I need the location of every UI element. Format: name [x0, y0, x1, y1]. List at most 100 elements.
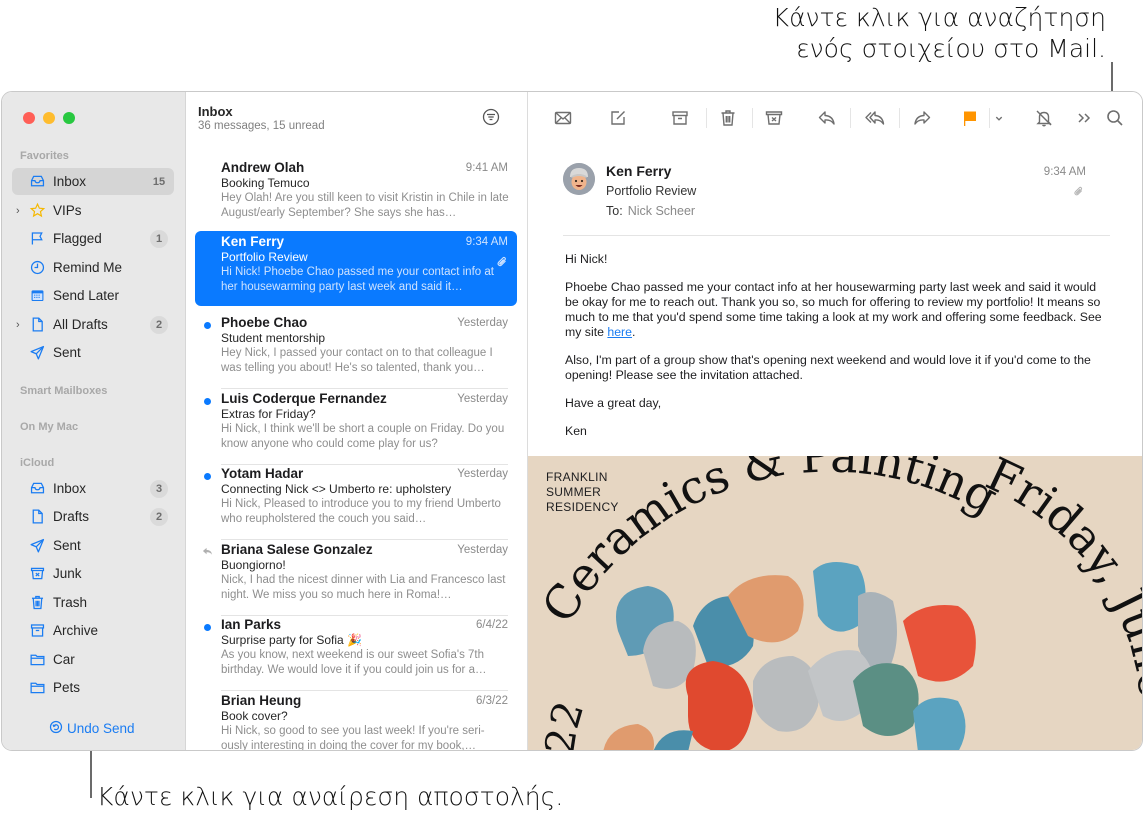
search-callout: Κάντε κλικ για αναζήτηση ενός στοιχείου …	[773, 2, 1106, 64]
sidebar-item-remind-me[interactable]: Remind Me	[12, 254, 174, 281]
message-preview: Hi Nick, so good to see you last week! I…	[221, 725, 485, 751]
sidebar-item-icloud-inbox[interactable]: Inbox 3	[12, 475, 174, 502]
count-badge: 3	[150, 479, 168, 498]
search-button[interactable]	[1104, 107, 1126, 129]
message-preview: Hi Nick! Phoebe Chao passed me your cont…	[221, 266, 494, 293]
message-sender: Brian Heung	[221, 693, 302, 708]
message-row[interactable]: Briana Salese Gonzalez Yesterday Buongio…	[195, 539, 517, 616]
trash-icon	[29, 594, 46, 611]
mute-button[interactable]	[1033, 107, 1055, 129]
message-row[interactable]: Phoebe Chao Yesterday Student mentorship…	[195, 312, 517, 389]
disclosure-chevron-icon[interactable]: ›	[16, 319, 20, 331]
disclosure-chevron-icon[interactable]: ›	[16, 205, 20, 217]
sidebar-item-inbox[interactable]: Inbox 15	[12, 168, 174, 195]
junk-icon	[765, 111, 783, 125]
sidebar-item-icloud-trash[interactable]: Trash	[12, 589, 174, 616]
body-paragraph: Also, I'm part of a group show that's op…	[565, 353, 1091, 382]
message-row[interactable]: Andrew Olah 9:41 AM Booking Temuco Hey O…	[195, 157, 517, 232]
attachment-icon	[1073, 184, 1084, 196]
message-time: 9:34 AM	[465, 236, 508, 248]
close-button[interactable]	[23, 112, 35, 124]
sidebar-item-vips[interactable]: › VIPs	[12, 197, 174, 224]
reply-all-button[interactable]	[864, 107, 886, 129]
undo-callout-leader	[90, 745, 92, 798]
message-row[interactable]: Yotam Hadar Yesterday Connecting Nick <>…	[195, 463, 517, 540]
sidebar-item-label: Inbox	[53, 481, 87, 496]
delete-button[interactable]	[717, 107, 739, 129]
message-subject: Book cover?	[221, 709, 288, 723]
body-closing: Have a great day,	[565, 396, 662, 410]
get-mail-button[interactable]	[552, 107, 574, 129]
sidebar-item-sent[interactable]: Sent	[12, 339, 174, 366]
invitation-attachment[interactable]: FRANKLIN SUMMER RESIDENCY Ceramics & P i…	[528, 456, 1142, 750]
message-time: 6/3/22	[476, 695, 508, 707]
sidebar-item-icloud-drafts[interactable]: Drafts 2	[12, 503, 174, 530]
header-divider	[563, 235, 1110, 236]
message-subject: Portfolio Review	[221, 250, 308, 264]
sidebar-item-icloud-junk[interactable]: Junk	[12, 560, 174, 587]
sidebar-item-icloud-car[interactable]: Car	[12, 646, 174, 673]
site-link[interactable]: here	[607, 325, 632, 339]
undo-send-button[interactable]: Undo Send	[49, 720, 135, 737]
clock-icon	[29, 259, 46, 276]
body-greeting: Hi Nick!	[565, 252, 608, 266]
zoom-button[interactable]	[63, 112, 75, 124]
archive-icon	[29, 622, 46, 639]
flag-button[interactable]	[959, 107, 981, 129]
message-subject: Booking Temuco	[221, 176, 310, 190]
message-time: Yesterday	[457, 317, 508, 329]
filter-button[interactable]	[482, 108, 500, 126]
message-row-selected[interactable]: Ken Ferry 9:34 AM Portfolio Review Hi Ni…	[195, 231, 517, 306]
sender-avatar	[563, 163, 595, 195]
section-smart-mailboxes[interactable]: Smart Mailboxes	[20, 385, 107, 397]
sidebar-item-send-later[interactable]: Send Later	[12, 282, 174, 309]
more-button[interactable]	[1073, 107, 1095, 129]
message-preview: Hi Nick, Pleased to introduce you to my …	[221, 498, 501, 525]
bell-slash-icon	[1036, 110, 1052, 127]
reply-button[interactable]	[816, 107, 838, 129]
section-on-my-mac[interactable]: On My Mac	[20, 421, 78, 433]
sidebar-item-icloud-pets[interactable]: Pets	[12, 674, 174, 701]
junk-button[interactable]	[763, 107, 785, 129]
calendar-icon	[29, 287, 46, 304]
unread-indicator	[204, 398, 211, 405]
minimize-button[interactable]	[43, 112, 55, 124]
flag-menu-button[interactable]	[990, 107, 1008, 129]
message-preview: Nick, I had the nicest dinner with Lia a…	[221, 574, 506, 601]
message-preview: As you know, next weekend is our sweet S…	[221, 649, 487, 676]
trash-icon	[721, 110, 735, 126]
sender-name[interactable]: Ken Ferry	[606, 163, 671, 179]
toolbar-separator	[899, 108, 900, 128]
mailbox-summary: 36 messages, 15 unread	[198, 120, 325, 132]
message-time: Yesterday	[457, 544, 508, 556]
message-sender: Ian Parks	[221, 617, 282, 632]
star-icon	[29, 202, 46, 219]
section-icloud[interactable]: iCloud	[20, 457, 54, 469]
count-badge: 2	[150, 315, 168, 334]
forward-button[interactable]	[911, 107, 933, 129]
document-icon	[29, 508, 46, 525]
message-sender: Briana Salese Gonzalez	[221, 542, 373, 557]
message-time: 9:41 AM	[465, 162, 508, 174]
unread-count: 15	[152, 175, 166, 188]
mail-window: Favorites Inbox 15 › VIPs Flagged 1 Remi…	[1, 91, 1143, 751]
archive-button[interactable]	[669, 107, 691, 129]
sidebar-item-icloud-sent[interactable]: Sent	[12, 532, 174, 559]
unread-indicator	[204, 322, 211, 329]
sidebar-item-all-drafts[interactable]: › All Drafts 2	[12, 311, 174, 338]
message-row[interactable]: Luis Coderque Fernandez Yesterday Extras…	[195, 388, 517, 465]
paper-plane-icon	[29, 344, 46, 361]
message-row[interactable]: Ian Parks 6/4/22 Surprise party for Sofi…	[195, 614, 517, 691]
recipient-name[interactable]: Nick Scheer	[628, 204, 695, 218]
sidebar-item-icloud-archive[interactable]: Archive	[12, 617, 174, 644]
recipient-line: To: Nick Scheer	[606, 204, 695, 218]
sidebar-item-flagged[interactable]: Flagged 1	[12, 225, 174, 252]
message-row[interactable]: Brian Heung 6/3/22 Book cover? Hi Nick, …	[195, 690, 517, 751]
compose-button[interactable]	[607, 107, 629, 129]
archive-icon	[672, 111, 688, 125]
sidebar-item-label: VIPs	[53, 203, 82, 218]
search-icon	[1107, 110, 1123, 126]
undo-icon	[49, 720, 63, 737]
to-label: To:	[606, 204, 623, 218]
document-icon	[29, 316, 46, 333]
